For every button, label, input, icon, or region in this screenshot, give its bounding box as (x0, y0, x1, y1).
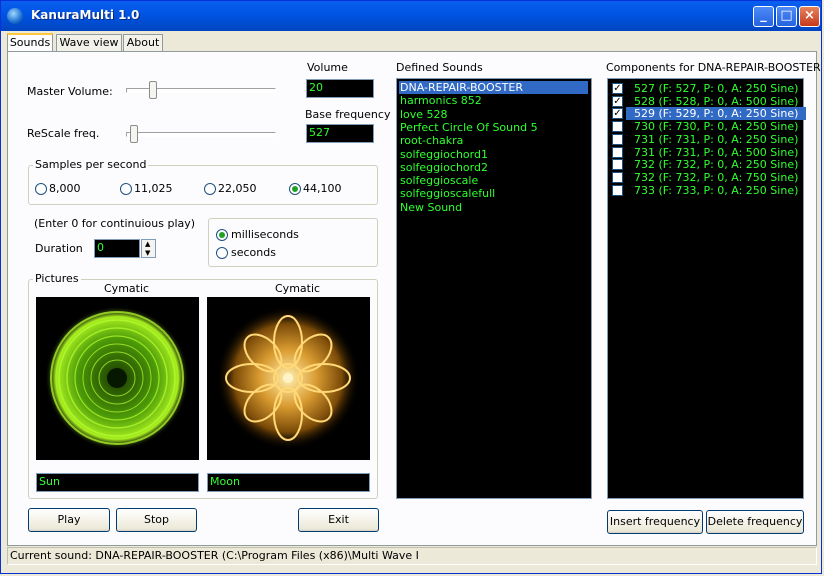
component-checkbox[interactable] (612, 184, 623, 196)
close-button[interactable]: × (799, 6, 820, 27)
sound-list-item[interactable]: Perfect Circle Of Sound 5 (399, 121, 588, 134)
duration-field[interactable]: 0 (94, 239, 140, 258)
radio-seconds-label: seconds (231, 246, 276, 259)
rescale-track (126, 132, 276, 137)
rescale-label: ReScale freq. (27, 127, 100, 140)
defined-sounds-label: Defined Sounds (396, 61, 483, 74)
sound-list-item[interactable]: love 528 (399, 108, 588, 121)
sound-list-item[interactable]: solfeggioscale (399, 174, 588, 187)
stop-button[interactable]: Stop (116, 508, 197, 532)
radio-11025-label: 11,025 (134, 182, 173, 195)
sound-list-item[interactable]: DNA-REPAIR-BOOSTER (399, 81, 588, 94)
minimize-icon: _ (760, 8, 767, 23)
duration-label: Duration (35, 242, 83, 255)
component-checkbox[interactable]: ✓ (612, 95, 623, 107)
component-list-item[interactable]: 529 (F: 529, P: 0, A: 250 Sine) (626, 107, 806, 121)
component-list-item[interactable]: 731 (F: 731, P: 0, A: 500 Sine) (626, 146, 806, 159)
radio-8000[interactable] (35, 183, 47, 195)
component-checkbox[interactable] (612, 159, 623, 171)
minimize-button[interactable]: _ (753, 6, 774, 27)
components-label: Components for DNA-REPAIR-BOOSTER (606, 61, 821, 74)
duration-hint: (Enter 0 for continuious play) (34, 217, 196, 230)
sound-list-item[interactable]: root-chakra (399, 134, 588, 147)
component-list-item[interactable]: 730 (F: 730, P: 0, A: 250 Sine) (626, 120, 806, 133)
globe-icon (7, 8, 23, 24)
left-picture-caption: Cymatic (104, 282, 150, 295)
base-frequency-label: Base frequency (305, 108, 391, 121)
radio-milliseconds[interactable] (216, 229, 228, 241)
radio-8000-label: 8,000 (49, 182, 81, 195)
component-list-item[interactable]: 733 (F: 733, P: 0, A: 250 Sine) (626, 184, 806, 197)
component-list-item[interactable]: 731 (F: 731, P: 0, A: 250 Sine) (626, 133, 806, 146)
insert-frequency-button[interactable]: Insert frequency (607, 510, 703, 534)
duration-stepper[interactable]: ▲ ▼ (141, 239, 156, 258)
radio-44100[interactable] (289, 183, 301, 195)
moon-name-field[interactable]: Moon (207, 473, 370, 492)
samples-label: Samples per second (33, 158, 149, 171)
component-checkbox[interactable] (612, 121, 623, 133)
component-checkbox[interactable]: ✓ (612, 83, 623, 94)
right-picture-caption: Cymatic (275, 282, 321, 295)
play-button[interactable]: Play (28, 508, 110, 532)
sound-list-item[interactable]: New Sound (399, 201, 588, 214)
samples-group: Samples per second 8,000 11,025 22,050 4… (28, 158, 378, 205)
sound-list-item[interactable]: solfeggiochord2 (399, 161, 588, 174)
volume-label: Volume (307, 61, 348, 74)
maximize-button[interactable]: □ (776, 6, 797, 27)
radio-22050[interactable] (204, 183, 216, 195)
sound-list-item[interactable]: solfeggioscalefull (399, 187, 588, 200)
base-frequency-field[interactable]: 527 (306, 124, 374, 143)
component-checkbox[interactable] (612, 146, 623, 158)
sound-list-item[interactable]: solfeggiochord1 (399, 148, 588, 161)
exit-button[interactable]: Exit (298, 508, 379, 532)
component-list-item[interactable]: 732 (F: 732, P: 0, A: 250 Sine) (626, 158, 806, 171)
component-checkbox[interactable] (612, 133, 623, 145)
sun-name-field[interactable]: Sun (36, 473, 199, 492)
stepper-down-icon[interactable]: ▼ (145, 249, 150, 258)
delete-frequency-button[interactable]: Delete frequency (706, 510, 804, 534)
maximize-icon: □ (780, 8, 793, 23)
volume-field[interactable]: 20 (306, 79, 374, 98)
component-list-item[interactable]: 528 (F: 528, P: 0, A: 500 Sine) (626, 95, 806, 108)
pictures-label: Pictures (33, 272, 81, 285)
sun-cymatic-image (36, 297, 199, 460)
component-list-item[interactable]: 527 (F: 527, P: 0, A: 250 Sine) (626, 82, 806, 95)
components-list[interactable]: ✓ 527 (F: 527, P: 0, A: 250 Sine) ✓ 528 (F:… (607, 78, 806, 499)
moon-cymatic-image (207, 297, 370, 460)
stepper-up-icon[interactable]: ▲ (145, 240, 150, 249)
radio-milliseconds-label: milliseconds (231, 228, 299, 241)
defined-sounds-list[interactable]: DNA-REPAIR-BOOSTER harmonics 852 love 528 P… (396, 78, 592, 499)
tab-about[interactable]: About (123, 34, 163, 51)
master-volume-label: Master Volume: (27, 85, 113, 98)
sound-list-item[interactable]: harmonics 852 (399, 94, 588, 107)
component-checkbox[interactable]: ✓ (612, 108, 623, 120)
title-bar[interactable]: KanuraMulti 1.0 _ □ × (1, 1, 821, 31)
tab-wave-view[interactable]: Wave view (56, 34, 122, 51)
component-list-item[interactable]: 732 (F: 732, P: 0, A: 750 Sine) (626, 171, 806, 184)
radio-seconds[interactable] (216, 247, 228, 259)
status-bar: Current sound: DNA-REPAIR-BOOSTER (C:\Pr… (7, 547, 817, 565)
component-checkbox[interactable] (612, 171, 623, 183)
tab-sounds[interactable]: Sounds (7, 33, 53, 52)
close-icon: × (804, 8, 815, 23)
master-volume-slider[interactable] (148, 81, 157, 99)
sounds-panel: Master Volume: Volume 20 ReScale freq. B… (7, 51, 821, 546)
radio-44100-label: 44,100 (303, 182, 342, 195)
duration-units-group: milliseconds seconds (208, 218, 378, 267)
rescale-slider[interactable] (130, 125, 139, 143)
radio-22050-label: 22,050 (218, 182, 257, 195)
pictures-group: Pictures Cymatic Cymatic Sun Moon (28, 272, 378, 499)
radio-11025[interactable] (120, 183, 132, 195)
window-title: KanuraMulti 1.0 (31, 8, 140, 22)
main-window: KanuraMulti 1.0 _ □ × Sounds Wave view A… (0, 0, 822, 574)
